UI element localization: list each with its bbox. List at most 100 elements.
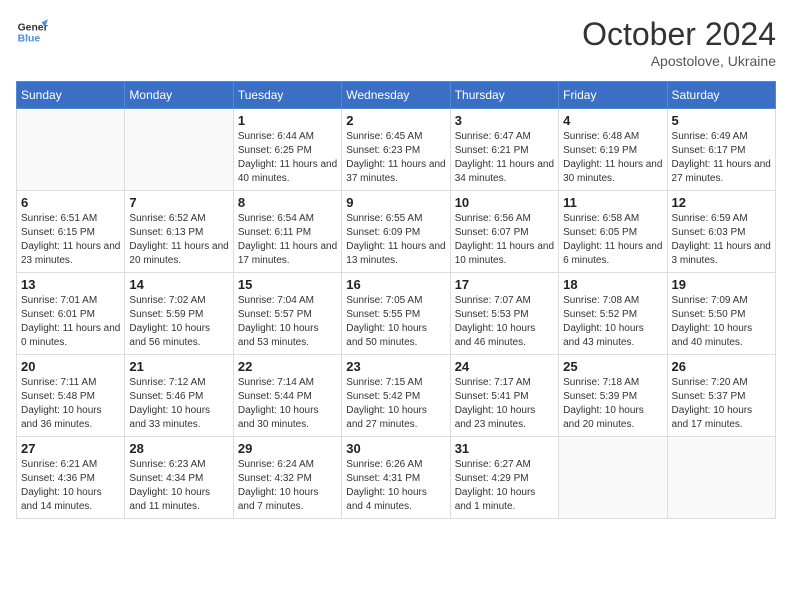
day-info: Sunrise: 6:51 AM Sunset: 6:15 PM Dayligh… [21, 212, 120, 268]
day-number: 2 [346, 113, 445, 128]
calendar-day-cell: 3Sunrise: 6:47 AM Sunset: 6:21 PM Daylig… [450, 109, 558, 191]
calendar-week-row: 27Sunrise: 6:21 AM Sunset: 4:36 PM Dayli… [17, 437, 776, 519]
day-info: Sunrise: 7:11 AM Sunset: 5:48 PM Dayligh… [21, 376, 120, 432]
title-block: October 2024 Apostolove, Ukraine [582, 16, 776, 69]
calendar-week-row: 6 Sunrise: 6:51 AM Sunset: 6:15 PM Daylig… [17, 191, 776, 273]
calendar-day-cell: 31Sunrise: 6:27 AM Sunset: 4:29 PM Dayli… [450, 437, 558, 519]
day-of-week-header: Sunday [17, 82, 125, 109]
day-info: Sunrise: 6:49 AM Sunset: 6:17 PM Dayligh… [672, 130, 771, 186]
day-info: Sunrise: 7:09 AM Sunset: 5:50 PM Dayligh… [672, 294, 771, 350]
day-info: Sunrise: 6:55 AM Sunset: 6:09 PM Dayligh… [346, 212, 445, 268]
page-header: General Blue October 2024 Apostolove, Uk… [16, 16, 776, 69]
day-number: 20 [21, 359, 120, 374]
calendar-day-cell [17, 109, 125, 191]
logo-icon: General Blue [16, 16, 48, 48]
day-number: 1 [238, 113, 337, 128]
calendar-header-row: SundayMondayTuesdayWednesdayThursdayFrid… [17, 82, 776, 109]
calendar-day-cell: 21 Sunrise: 7:12 AM Sunset: 5:46 PM Dayli… [125, 355, 233, 437]
day-info: Sunrise: 6:54 AM Sunset: 6:11 PM Dayligh… [238, 212, 337, 268]
day-info: Sunrise: 7:12 AM Sunset: 5:46 PM Dayligh… [129, 376, 228, 432]
day-number: 19 [672, 277, 771, 292]
calendar-day-cell: 17 Sunrise: 7:07 AM Sunset: 5:53 PM Dayli… [450, 273, 558, 355]
day-number: 16 [346, 277, 445, 292]
day-info: Sunrise: 6:44 AM Sunset: 6:25 PM Dayligh… [238, 130, 337, 186]
calendar-day-cell: 9Sunrise: 6:55 AM Sunset: 6:09 PM Daylig… [342, 191, 450, 273]
day-number: 4 [563, 113, 662, 128]
calendar-day-cell: 10Sunrise: 6:56 AM Sunset: 6:07 PM Dayli… [450, 191, 558, 273]
calendar-day-cell: 13 Sunrise: 7:01 AM Sunset: 6:01 PM Dayli… [17, 273, 125, 355]
day-number: 8 [238, 195, 337, 210]
calendar-day-cell [667, 437, 775, 519]
calendar-day-cell: 15 Sunrise: 7:04 AM Sunset: 5:57 PM Dayli… [233, 273, 341, 355]
day-info: Sunrise: 6:26 AM Sunset: 4:31 PM Dayligh… [346, 458, 445, 514]
calendar-day-cell: 19 Sunrise: 7:09 AM Sunset: 5:50 PM Dayli… [667, 273, 775, 355]
day-number: 30 [346, 441, 445, 456]
calendar-day-cell: 2 Sunrise: 6:45 AM Sunset: 6:23 PM Daylig… [342, 109, 450, 191]
calendar-day-cell: 22Sunrise: 7:14 AM Sunset: 5:44 PM Dayli… [233, 355, 341, 437]
calendar-day-cell: 12 Sunrise: 6:59 AM Sunset: 6:03 PM Dayli… [667, 191, 775, 273]
day-info: Sunrise: 7:04 AM Sunset: 5:57 PM Dayligh… [238, 294, 337, 350]
calendar-day-cell: 1 Sunrise: 6:44 AM Sunset: 6:25 PM Daylig… [233, 109, 341, 191]
month-title: October 2024 [582, 16, 776, 53]
day-number: 29 [238, 441, 337, 456]
calendar-week-row: 1 Sunrise: 6:44 AM Sunset: 6:25 PM Daylig… [17, 109, 776, 191]
calendar-day-cell: 28 Sunrise: 6:23 AM Sunset: 4:34 PM Dayli… [125, 437, 233, 519]
day-number: 18 [563, 277, 662, 292]
calendar-day-cell: 27Sunrise: 6:21 AM Sunset: 4:36 PM Dayli… [17, 437, 125, 519]
day-info: Sunrise: 6:47 AM Sunset: 6:21 PM Dayligh… [455, 130, 554, 186]
calendar-day-cell: 18 Sunrise: 7:08 AM Sunset: 5:52 PM Dayli… [559, 273, 667, 355]
day-number: 31 [455, 441, 554, 456]
day-of-week-header: Saturday [667, 82, 775, 109]
day-info: Sunrise: 7:02 AM Sunset: 5:59 PM Dayligh… [129, 294, 228, 350]
day-info: Sunrise: 7:17 AM Sunset: 5:41 PM Dayligh… [455, 376, 554, 432]
day-info: Sunrise: 7:18 AM Sunset: 5:39 PM Dayligh… [563, 376, 662, 432]
day-number: 22 [238, 359, 337, 374]
calendar-day-cell: 4Sunrise: 6:48 AM Sunset: 6:19 PM Daylig… [559, 109, 667, 191]
day-number: 15 [238, 277, 337, 292]
day-info: Sunrise: 7:07 AM Sunset: 5:53 PM Dayligh… [455, 294, 554, 350]
calendar-day-cell: 26Sunrise: 7:20 AM Sunset: 5:37 PM Dayli… [667, 355, 775, 437]
day-number: 5 [672, 113, 771, 128]
day-number: 17 [455, 277, 554, 292]
day-info: Sunrise: 7:08 AM Sunset: 5:52 PM Dayligh… [563, 294, 662, 350]
day-number: 27 [21, 441, 120, 456]
calendar-day-cell: 8 Sunrise: 6:54 AM Sunset: 6:11 PM Daylig… [233, 191, 341, 273]
calendar-week-row: 20 Sunrise: 7:11 AM Sunset: 5:48 PM Dayli… [17, 355, 776, 437]
day-info: Sunrise: 6:23 AM Sunset: 4:34 PM Dayligh… [129, 458, 228, 514]
calendar-day-cell: 29 Sunrise: 6:24 AM Sunset: 4:32 PM Dayli… [233, 437, 341, 519]
day-number: 23 [346, 359, 445, 374]
day-number: 10 [455, 195, 554, 210]
day-info: Sunrise: 7:15 AM Sunset: 5:42 PM Dayligh… [346, 376, 445, 432]
day-info: Sunrise: 6:52 AM Sunset: 6:13 PM Dayligh… [129, 212, 228, 268]
day-number: 13 [21, 277, 120, 292]
calendar-day-cell: 16 Sunrise: 7:05 AM Sunset: 5:55 PM Dayli… [342, 273, 450, 355]
day-info: Sunrise: 7:05 AM Sunset: 5:55 PM Dayligh… [346, 294, 445, 350]
day-number: 11 [563, 195, 662, 210]
day-info: Sunrise: 6:45 AM Sunset: 6:23 PM Dayligh… [346, 130, 445, 186]
location-subtitle: Apostolove, Ukraine [582, 53, 776, 69]
day-of-week-header: Wednesday [342, 82, 450, 109]
calendar-day-cell: 14 Sunrise: 7:02 AM Sunset: 5:59 PM Dayli… [125, 273, 233, 355]
calendar-day-cell: 25 Sunrise: 7:18 AM Sunset: 5:39 PM Dayli… [559, 355, 667, 437]
calendar-day-cell: 30 Sunrise: 6:26 AM Sunset: 4:31 PM Dayli… [342, 437, 450, 519]
day-number: 28 [129, 441, 228, 456]
day-info: Sunrise: 6:24 AM Sunset: 4:32 PM Dayligh… [238, 458, 337, 514]
day-number: 25 [563, 359, 662, 374]
calendar-day-cell: 11 Sunrise: 6:58 AM Sunset: 6:05 PM Dayli… [559, 191, 667, 273]
day-number: 14 [129, 277, 228, 292]
day-number: 21 [129, 359, 228, 374]
day-number: 7 [129, 195, 228, 210]
calendar-day-cell [559, 437, 667, 519]
day-info: Sunrise: 6:59 AM Sunset: 6:03 PM Dayligh… [672, 212, 771, 268]
day-info: Sunrise: 6:58 AM Sunset: 6:05 PM Dayligh… [563, 212, 662, 268]
day-of-week-header: Tuesday [233, 82, 341, 109]
day-info: Sunrise: 7:01 AM Sunset: 6:01 PM Dayligh… [21, 294, 120, 350]
calendar-week-row: 13 Sunrise: 7:01 AM Sunset: 6:01 PM Dayli… [17, 273, 776, 355]
day-number: 12 [672, 195, 771, 210]
day-number: 6 [21, 195, 120, 210]
calendar-day-cell [125, 109, 233, 191]
calendar-day-cell: 7 Sunrise: 6:52 AM Sunset: 6:13 PM Daylig… [125, 191, 233, 273]
day-number: 26 [672, 359, 771, 374]
calendar-day-cell: 23 Sunrise: 7:15 AM Sunset: 5:42 PM Dayli… [342, 355, 450, 437]
calendar-day-cell: 24Sunrise: 7:17 AM Sunset: 5:41 PM Dayli… [450, 355, 558, 437]
